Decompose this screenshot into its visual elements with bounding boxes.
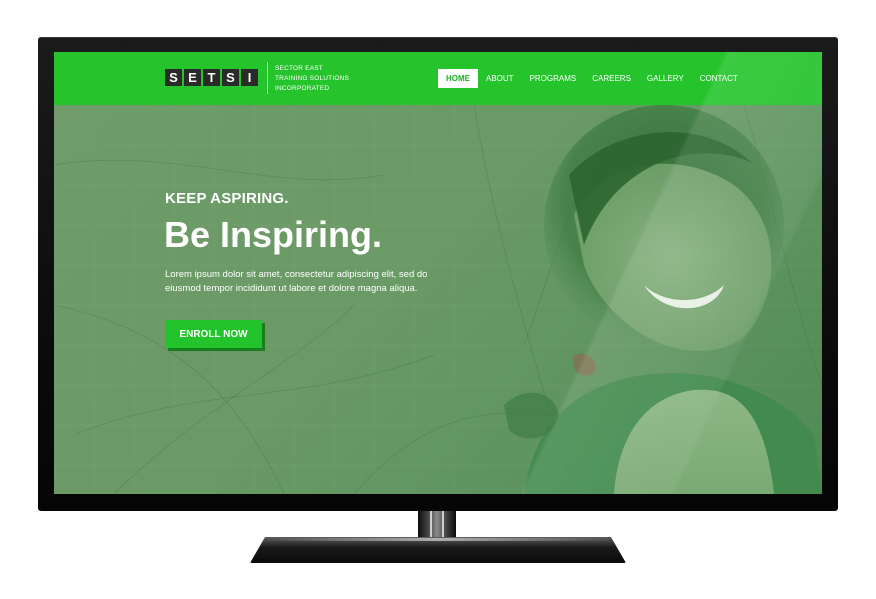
tagline-line-2: TRAINING SOLUTIONS [275,75,350,82]
hero-title: Be Inspiring. [164,214,383,255]
tagline-line-1: SECTOR EAST [275,65,323,72]
nav-item-careers[interactable]: CAREERS [584,69,639,88]
tagline-line-3: INCORPORATED [275,85,330,92]
company-tagline: SECTOR EAST TRAINING SOLUTIONS INCORPORA… [275,64,395,94]
neck-highlight-left [430,511,432,539]
logo-divider [267,62,268,94]
nav-item-about[interactable]: ABOUT [478,69,522,88]
logo-letter-s: S [165,69,182,86]
setsi-logo[interactable]: S E T S I [165,69,258,86]
logo-letter-e: E [184,69,201,86]
neck-highlight-right [442,511,444,539]
hero-description: Lorem ipsum dolor sit amet, consectetur … [165,269,428,294]
monitor-neck [418,511,456,539]
logo-letter-s2: S [222,69,239,86]
hero-kicker: KEEP ASPIRING. [165,190,289,207]
main-nav: HOME ABOUT PROGRAMS CAREERS GALLERY CONT… [438,69,746,88]
logo-letter-t: T [203,69,220,86]
enroll-now-button[interactable]: ENROLL NOW [165,320,262,348]
nav-item-programs[interactable]: PROGRAMS [522,69,585,88]
website-screen: S E T S I SECTOR EAST TRAINING SOLUTIONS… [54,52,822,494]
monitor-base-shine [265,538,611,541]
site-header: S E T S I SECTOR EAST TRAINING SOLUTIONS… [54,52,822,105]
nav-item-contact[interactable]: CONTACT [692,69,746,88]
monitor-frame: S E T S I SECTOR EAST TRAINING SOLUTIONS… [38,37,838,511]
nav-item-home[interactable]: HOME [438,69,478,88]
hero-section: KEEP ASPIRING. Be Inspiring. Lorem ipsum… [54,105,822,494]
nav-item-gallery[interactable]: GALLERY [639,69,692,88]
hero-background-illustration [54,105,822,494]
logo-letter-i: I [241,69,258,86]
